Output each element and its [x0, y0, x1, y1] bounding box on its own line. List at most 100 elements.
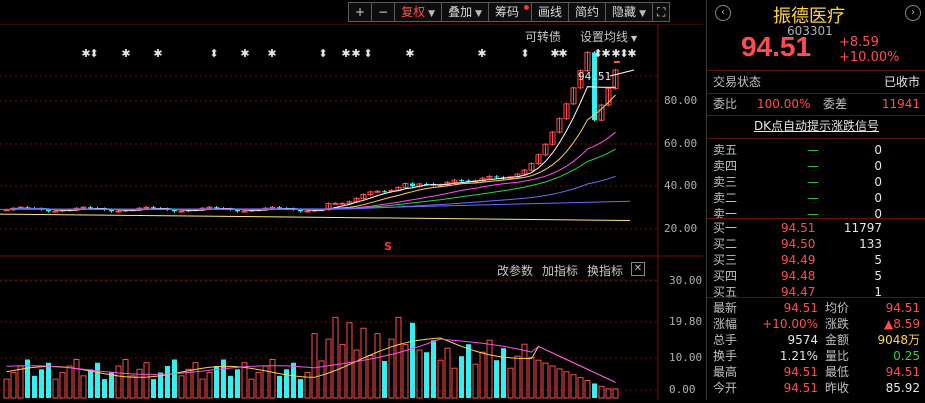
chips-button[interactable]: 筹码	[488, 2, 533, 22]
dk-signal-link[interactable]: DK点自动提示涨跌信号	[707, 118, 925, 134]
indicator-bar	[88, 369, 93, 398]
buy-order-row[interactable]: 买一 94.51 11797	[707, 220, 925, 236]
indicator-bar	[277, 375, 282, 398]
indicator-bar	[52, 378, 59, 399]
fullscreen-icon[interactable]: ⛶	[651, 2, 671, 22]
candle-body	[115, 210, 122, 213]
quote-row: 最新 94.51 均价 94.51	[707, 300, 925, 316]
indicator-bar	[206, 372, 213, 399]
sell-order-price: —	[807, 191, 819, 205]
buy-order-price: 94.50	[781, 237, 816, 251]
sell-order-label: 卖五	[713, 143, 738, 157]
event-marker-icon	[614, 61, 620, 63]
indicator-bar	[115, 365, 122, 399]
kline-chart-area[interactable]: ✱ ⬍ ✱ ✱ ⬍ ✱ ✱ ⬍ ✱ ✱ ⬍ ✱ ✱ ⬍ ✱ ✱ ⬍ ✱ ✱ ⬍ ✱ 可转债 设置均线 ▼ 94.51 80…	[0, 23, 703, 400]
sell-order-row[interactable]: 卖四 — 0	[707, 158, 925, 174]
candle-body	[382, 191, 387, 193]
indicator-bar	[501, 348, 506, 398]
indicator-bar	[507, 367, 514, 399]
overlay-button[interactable]: 叠加 ▼	[441, 2, 489, 22]
zoom-in-button[interactable]: +	[348, 2, 373, 22]
indicator-bar	[73, 358, 80, 399]
indicator-bar	[304, 372, 311, 399]
sell-signal-marker: S	[384, 240, 392, 253]
indicator-bar	[563, 371, 570, 399]
sell-order-price: —	[807, 175, 819, 189]
indicator-bar	[431, 340, 436, 398]
quote-value: 94.51	[885, 365, 920, 379]
candle-group	[3, 51, 619, 213]
indicator-bar	[17, 365, 24, 399]
convertible-bond-link[interactable]: 可转债	[525, 28, 561, 45]
candle-body	[46, 209, 51, 212]
quote-value: 94.51	[783, 301, 818, 315]
indicator-bar	[221, 359, 226, 398]
quote-row: 今开 94.51 昨收 85.92	[707, 380, 925, 396]
buy-order-row[interactable]: 买四 94.48 5	[707, 268, 925, 284]
edit-params-button[interactable]: 改参数	[497, 262, 533, 279]
quote-label: 今开	[713, 381, 738, 395]
switch-indicator-button[interactable]: 换指标	[587, 262, 623, 279]
prev-stock-icon[interactable]: ‹	[715, 5, 731, 21]
event-marker-icon: ⬍	[318, 47, 327, 60]
ma-line	[6, 148, 616, 211]
indicator-bar	[66, 365, 73, 399]
candle-body	[178, 210, 185, 213]
ma-line	[0, 213, 631, 221]
fuquan-button[interactable]: 复权 ▼	[394, 2, 443, 22]
quote-label: 金额	[825, 333, 850, 347]
indicator-bar	[122, 358, 129, 399]
ma-settings-button[interactable]: 设置均线 ▼	[580, 28, 637, 45]
event-marker-icon: ✱	[240, 47, 249, 60]
indicator-bar	[410, 322, 415, 398]
buy-order-label: 买二	[713, 237, 738, 251]
hide-button[interactable]: 隐藏 ▼	[605, 2, 653, 22]
buy-order-label: 买四	[713, 269, 738, 283]
buy-order-volume: 5	[874, 269, 882, 283]
close-icon[interactable]: ✕	[631, 262, 645, 276]
zoom-out-button[interactable]: −	[371, 2, 396, 22]
sell-order-row[interactable]: 卖三 — 0	[707, 174, 925, 190]
indicator-bar	[284, 369, 289, 398]
next-stock-icon[interactable]: ›	[905, 5, 921, 21]
quote-row: 总手 9574 金额 9048万	[707, 332, 925, 348]
draw-line-button[interactable]: 画线	[531, 2, 570, 22]
indicator-bar	[311, 333, 318, 399]
buy-order-label: 买三	[713, 253, 738, 267]
sell-order-row[interactable]: 卖二 — 0	[707, 190, 925, 206]
indicator-bar	[248, 378, 255, 399]
chevron-down-icon: ▼	[639, 9, 646, 19]
buy-order-row[interactable]: 买三 94.49 5	[707, 252, 925, 268]
sell-order-volume: 0	[874, 159, 882, 173]
last-price-label: 94.51	[578, 70, 612, 83]
quote-value: 9574	[787, 333, 818, 347]
candle-body	[494, 176, 499, 178]
event-marker-icon: ✱	[341, 47, 350, 60]
quote-label: 涨幅	[713, 317, 738, 331]
buy-order-volume: 5	[874, 253, 882, 267]
buy-order-price: 94.49	[781, 253, 816, 267]
y-tick-80: 80.00	[664, 94, 698, 107]
event-marker-icon: ⬍	[209, 47, 218, 60]
quote-value: 94.51	[783, 381, 818, 395]
event-marker-icon: ✱	[601, 47, 610, 60]
event-markers: ✱⬍ ✱ ✱ ⬍ ✱ ✱ ⬍ ✱ ✱ ⬍ ✱ ✱ ⬍ ✱✱ ⬍✱ ✱⬍✱	[81, 47, 637, 63]
quote-panel: 振德医疗 ‹ › 603301 94.51 +8.59 +10.00% 交易状态…	[706, 0, 925, 400]
simple-mode-button[interactable]: 简约	[568, 2, 607, 22]
buy-order-row[interactable]: 买二 94.50 133	[707, 236, 925, 252]
indicator-bar	[584, 380, 591, 399]
sell-order-price: —	[807, 159, 819, 173]
indicator-bar	[451, 367, 458, 399]
event-marker-icon: ⬍	[363, 47, 372, 60]
add-indicator-button[interactable]: 加指标	[542, 262, 578, 279]
indicator-bar	[10, 372, 17, 399]
chevron-down-icon: ▼	[475, 9, 482, 19]
indicator-bar	[416, 349, 423, 399]
sell-order-row[interactable]: 卖五 — 0	[707, 142, 925, 158]
candle-body	[241, 210, 248, 213]
weibi-row: 委比 100.00% 委差 11941	[713, 97, 920, 111]
event-marker-icon: ✱	[121, 47, 130, 60]
quote-label: 量比	[825, 349, 850, 363]
chart-toolbar: + − 复权 ▼ 叠加 ▼ 筹码 画线 简约 隐藏 ▼ ⛶	[348, 2, 671, 22]
indicator-bar	[437, 359, 444, 399]
